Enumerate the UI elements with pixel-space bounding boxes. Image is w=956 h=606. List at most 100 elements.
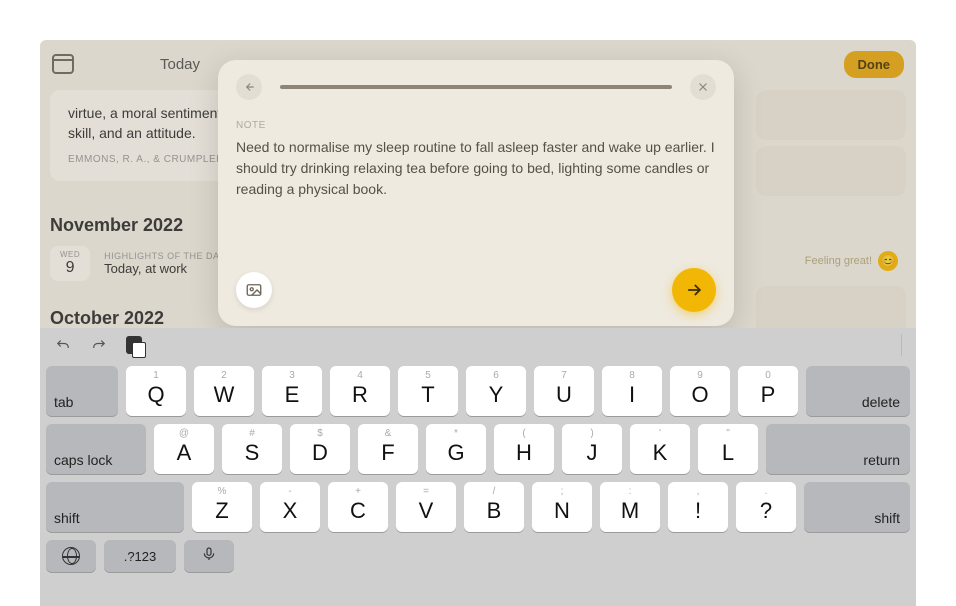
dictation-key[interactable] xyxy=(184,540,234,572)
toolbar-divider xyxy=(901,334,902,356)
key-y[interactable]: 6Y xyxy=(466,366,526,416)
key-secondary: ) xyxy=(590,428,593,439)
key-v[interactable]: =V xyxy=(396,482,456,532)
on-screen-keyboard: tab 1Q2W3E4R5T6Y7U8I9O0Pdelete caps lock… xyxy=(40,328,916,606)
key-l[interactable]: "L xyxy=(698,424,758,474)
arrow-left-icon xyxy=(242,80,256,94)
key-primary: X xyxy=(283,498,298,524)
key-k[interactable]: 'K xyxy=(630,424,690,474)
key-c[interactable]: +C xyxy=(328,482,388,532)
done-button[interactable]: Done xyxy=(844,51,905,78)
key-p[interactable]: 0P xyxy=(738,366,798,416)
key-secondary: * xyxy=(454,428,458,439)
keyboard-row-3: shift %Z-X+C=V/B;N:M,!.?shift xyxy=(46,482,910,532)
key-primary: B xyxy=(487,498,502,524)
key-secondary: ( xyxy=(522,428,525,439)
key-n[interactable]: ;N xyxy=(532,482,592,532)
key-i[interactable]: 8I xyxy=(602,366,662,416)
mood-row: Feeling great! 😊 xyxy=(756,246,906,276)
key-secondary: 4 xyxy=(357,370,363,381)
key-s[interactable]: #S xyxy=(222,424,282,474)
key-m[interactable]: :M xyxy=(600,482,660,532)
redo-button[interactable] xyxy=(90,336,108,354)
key-secondary: $ xyxy=(317,428,323,439)
close-button[interactable] xyxy=(690,74,716,100)
tab-key[interactable]: tab xyxy=(46,366,118,416)
key-q[interactable]: 1Q xyxy=(126,366,186,416)
key-primary: C xyxy=(350,498,366,524)
key-secondary: - xyxy=(288,486,291,497)
key-j[interactable]: )J xyxy=(562,424,622,474)
key-secondary: ' xyxy=(659,428,661,439)
key-e[interactable]: 3E xyxy=(262,366,322,416)
key-t[interactable]: 5T xyxy=(398,366,458,416)
key-secondary: & xyxy=(385,428,392,439)
key-secondary: @ xyxy=(179,428,189,439)
key-r[interactable]: 4R xyxy=(330,366,390,416)
highlights-label: HIGHLIGHTS OF THE DAY xyxy=(104,251,225,261)
delete-key[interactable]: delete xyxy=(806,366,910,416)
key-primary: T xyxy=(421,382,434,408)
key-exclaim[interactable]: ,! xyxy=(668,482,728,532)
return-key[interactable]: return xyxy=(766,424,910,474)
key-f[interactable]: &F xyxy=(358,424,418,474)
number-toggle-key[interactable]: .?123 xyxy=(104,540,176,572)
key-primary: W xyxy=(214,382,235,408)
key-secondary: 8 xyxy=(629,370,635,381)
key-b[interactable]: /B xyxy=(464,482,524,532)
key-primary: ! xyxy=(695,498,701,524)
key-w[interactable]: 2W xyxy=(194,366,254,416)
key-primary: L xyxy=(722,440,734,466)
caps-lock-key[interactable]: caps lock xyxy=(46,424,146,474)
key-secondary: 6 xyxy=(493,370,499,381)
arrow-right-icon xyxy=(684,280,704,300)
key-secondary: 7 xyxy=(561,370,567,381)
key-z[interactable]: %Z xyxy=(192,482,252,532)
key-secondary: % xyxy=(218,486,227,497)
key-question[interactable]: .? xyxy=(736,482,796,532)
key-u[interactable]: 7U xyxy=(534,366,594,416)
keyboard-rows: tab 1Q2W3E4R5T6Y7U8I9O0Pdelete caps lock… xyxy=(40,362,916,576)
microphone-icon xyxy=(201,546,217,567)
keyboard-row-2: caps lock @A#S$D&F*G(H)J'K"Lreturn xyxy=(46,424,910,474)
key-primary: E xyxy=(285,382,300,408)
key-primary: G xyxy=(447,440,464,466)
key-a[interactable]: @A xyxy=(154,424,214,474)
key-primary: F xyxy=(381,440,394,466)
key-secondary: ; xyxy=(561,486,564,497)
key-d[interactable]: $D xyxy=(290,424,350,474)
key-x[interactable]: -X xyxy=(260,482,320,532)
add-photo-button[interactable] xyxy=(236,272,272,308)
keyboard-toolbar xyxy=(40,328,916,362)
highlights-text: Today, at work xyxy=(104,261,225,276)
calendar-icon[interactable] xyxy=(52,54,74,74)
modal-bottom-bar xyxy=(236,268,716,312)
today-tab[interactable]: Today xyxy=(160,56,200,73)
key-g[interactable]: *G xyxy=(426,424,486,474)
key-h[interactable]: (H xyxy=(494,424,554,474)
key-primary: R xyxy=(352,382,368,408)
shift-key-left[interactable]: shift xyxy=(46,482,184,532)
note-textarea[interactable]: Need to normalise my sleep routine to fa… xyxy=(236,137,716,200)
key-o[interactable]: 9O xyxy=(670,366,730,416)
day-of-week: WED xyxy=(60,250,80,259)
back-button[interactable] xyxy=(236,74,262,100)
key-primary: K xyxy=(653,440,668,466)
shift-key-right[interactable]: shift xyxy=(804,482,910,532)
key-primary: O xyxy=(691,382,708,408)
app-screen: Today Done virtue, a moral sentiment, a … xyxy=(40,40,916,606)
key-secondary: 3 xyxy=(289,370,295,381)
globe-key[interactable] xyxy=(46,540,96,572)
clipboard-button[interactable] xyxy=(126,336,142,354)
day-entry-row[interactable]: WED 9 HIGHLIGHTS OF THE DAY Today, at wo… xyxy=(50,246,225,281)
key-secondary: 0 xyxy=(765,370,771,381)
close-icon xyxy=(696,80,710,94)
undo-button[interactable] xyxy=(54,336,72,354)
month-header-november: November 2022 xyxy=(50,215,183,236)
submit-button[interactable] xyxy=(672,268,716,312)
key-secondary: , xyxy=(697,486,700,497)
image-icon xyxy=(245,281,263,299)
mood-text: Feeling great! xyxy=(805,255,872,267)
progress-bar xyxy=(280,85,672,89)
key-primary: J xyxy=(587,440,598,466)
